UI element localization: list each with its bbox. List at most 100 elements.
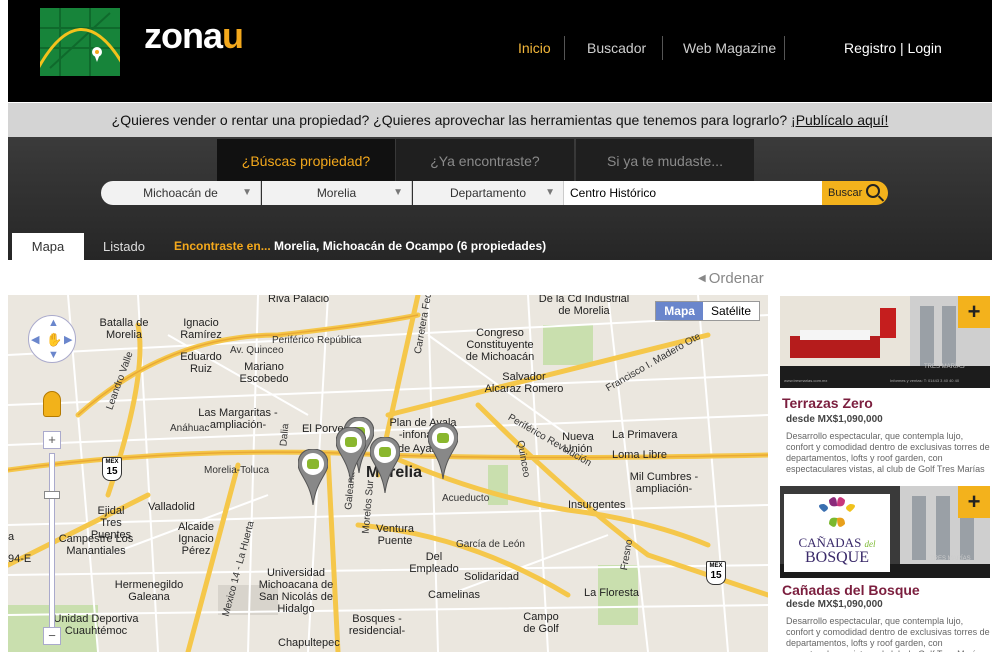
ad-image-canadas-del-bosque[interactable]: CAÑADAS del BOSQUE TRES MARÍAS + bbox=[780, 486, 990, 578]
sort-control[interactable]: ◀ Ordenar bbox=[698, 270, 764, 287]
zoom-in-button[interactable]: + bbox=[43, 431, 61, 449]
map-label: Valladolid bbox=[148, 501, 195, 513]
logo-line: CAÑADAS bbox=[798, 535, 862, 550]
highway-prefix: MEX bbox=[105, 459, 119, 465]
map-label: De la Cd Industrial de Morelia bbox=[538, 295, 630, 317]
zoom-out-button[interactable]: − bbox=[43, 627, 61, 645]
map-label: Mariano Escobedo bbox=[239, 361, 289, 385]
map-label: Eduardo Ruiz bbox=[180, 351, 222, 375]
search-button-label: Buscar bbox=[828, 187, 863, 199]
zoom-slider-track[interactable] bbox=[49, 453, 55, 629]
map-label: Del Empleado bbox=[409, 551, 459, 575]
highway-number: 15 bbox=[710, 570, 722, 581]
nav-web-magazine[interactable]: Web Magazine bbox=[683, 38, 776, 58]
ad-brand-tag: TRES MARÍAS bbox=[924, 364, 965, 370]
map-label: Loma Libre bbox=[612, 449, 668, 461]
property-pin-icon[interactable] bbox=[370, 437, 400, 493]
search-input[interactable]: Centro Histórico bbox=[564, 181, 822, 205]
map-label: Ignacio Ramírez bbox=[180, 317, 222, 341]
map-label: Campestre Los Manantiales bbox=[58, 533, 134, 557]
pan-left-icon[interactable]: ◀ bbox=[31, 333, 39, 346]
ad-description: Desarrollo espectacular, que contempla l… bbox=[786, 616, 990, 652]
ad-site: www.tresmarias.com.mx bbox=[784, 378, 828, 383]
map-label: La Floresta bbox=[584, 587, 640, 599]
state-select[interactable]: Michoacán de ▼ bbox=[101, 181, 261, 205]
map-label: Solidaridad bbox=[464, 571, 520, 583]
ad-brand-tag: TRES MARÍAS bbox=[930, 556, 971, 562]
city-select[interactable]: Morelia ▼ bbox=[262, 181, 412, 205]
chevron-down-icon: ▼ bbox=[393, 187, 403, 198]
search-button[interactable]: Buscar bbox=[822, 181, 888, 205]
map-type-satellite-button[interactable]: Satélite bbox=[703, 302, 759, 320]
map-label: Chapultepec bbox=[278, 637, 340, 649]
ad-title[interactable]: Terrazas Zero bbox=[782, 395, 873, 411]
road-label: Morelia-Toluca bbox=[204, 465, 270, 476]
highway-shield: MEX 15 bbox=[102, 457, 122, 481]
pan-control[interactable]: ▲ ◀ ▶ ▼ ✋ bbox=[28, 315, 76, 363]
ad-expand-button[interactable]: + bbox=[958, 296, 990, 328]
site-header: zonau Inicio Buscador Web Magazine Regis… bbox=[8, 0, 992, 102]
tab-ya-encontraste[interactable]: ¿Ya encontraste? bbox=[396, 139, 574, 181]
zoom-slider-thumb[interactable] bbox=[44, 491, 60, 499]
type-select[interactable]: Departamento ▼ bbox=[413, 181, 564, 205]
property-pin-icon[interactable] bbox=[428, 423, 458, 479]
road-label: Dalia bbox=[278, 423, 292, 447]
highway-shield: MEX 15 bbox=[706, 561, 726, 585]
map-label: La Primavera bbox=[612, 429, 678, 441]
ad-logo-text: CAÑADAS del BOSQUE bbox=[784, 535, 890, 566]
map-label: Bosques -residencial- bbox=[348, 613, 406, 637]
leaf-logo-icon bbox=[819, 497, 855, 527]
promo-banner: ¿Quieres vender o rentar una propiedad? … bbox=[8, 103, 992, 137]
map-label: Congreso Constituyente de Michoacán bbox=[465, 327, 535, 363]
ad-logo: CAÑADAS del BOSQUE bbox=[784, 494, 890, 572]
map-label: Insurgentes bbox=[568, 499, 626, 511]
type-select-value: Departamento bbox=[449, 186, 527, 200]
nav-buscador[interactable]: Buscador bbox=[587, 38, 646, 58]
chevron-down-icon: ▼ bbox=[242, 187, 252, 198]
map-label: Batalla de Morelia bbox=[99, 317, 149, 341]
brand-name: zona bbox=[144, 15, 223, 56]
tab-listado[interactable]: Listado bbox=[88, 233, 160, 260]
results-label: Encontraste en... bbox=[174, 239, 271, 253]
highway-number: 15 bbox=[106, 466, 118, 477]
ad-image-terrazas-zero[interactable]: TRES MARÍAS www.tresmarias.com.mx Inform… bbox=[780, 296, 990, 388]
map-view[interactable]: Riva Palacio Batalla de Morelia Ignacio … bbox=[8, 295, 768, 652]
map-label: Alcaide Ignacio Pérez bbox=[177, 521, 215, 557]
logo-line: del bbox=[864, 539, 876, 549]
map-label: Salvador Alcaraz Romero bbox=[484, 371, 564, 395]
pan-down-icon[interactable]: ▼ bbox=[48, 349, 59, 361]
property-pin-icon[interactable] bbox=[298, 449, 328, 505]
road-label: Anáhuac bbox=[170, 423, 210, 434]
brand-wordmark[interactable]: zonau bbox=[144, 15, 244, 56]
map-label: Las Margaritas -ampliación- bbox=[198, 407, 278, 431]
highway-prefix: MEX bbox=[709, 563, 723, 569]
map-label: Universidad Michoacana de San Nicolás de… bbox=[258, 567, 334, 615]
tab-ya-te-mudaste[interactable]: Si ya te mudaste... bbox=[576, 139, 754, 181]
tab-mapa[interactable]: Mapa bbox=[12, 233, 84, 260]
nav-divider bbox=[564, 36, 565, 60]
nav-divider bbox=[662, 36, 663, 60]
map-edge-label: a bbox=[8, 531, 15, 543]
map-edge-label: 94-E bbox=[8, 553, 32, 565]
logo-line: BOSQUE bbox=[804, 549, 869, 566]
map-type-map-button[interactable]: Mapa bbox=[656, 302, 703, 320]
logo-icon[interactable] bbox=[40, 8, 120, 76]
tab-buscas-propiedad[interactable]: ¿Búscas propiedad? bbox=[217, 139, 395, 181]
property-pin-icon[interactable] bbox=[336, 427, 366, 483]
results-summary: Encontraste en... Morelia, Michoacán de … bbox=[174, 233, 546, 260]
nav-inicio[interactable]: Inicio bbox=[518, 38, 551, 58]
ad-title[interactable]: Cañadas del Bosque bbox=[782, 582, 920, 598]
chevron-left-icon: ◀ bbox=[698, 273, 706, 284]
ad-expand-button[interactable]: + bbox=[958, 486, 990, 518]
street-view-pegman-icon[interactable] bbox=[43, 391, 61, 417]
map-label: Camelinas bbox=[428, 589, 480, 601]
pan-right-icon[interactable]: ▶ bbox=[64, 333, 72, 346]
hand-icon: ✋ bbox=[46, 332, 63, 347]
map-type-control: Mapa Satélite bbox=[655, 301, 760, 321]
pan-up-icon[interactable]: ▲ bbox=[48, 317, 59, 329]
ad-description: Desarrollo espectacular, que contempla l… bbox=[786, 431, 990, 474]
brand-accent: u bbox=[222, 15, 244, 56]
publish-link[interactable]: ¡Publícalo aquí! bbox=[791, 112, 888, 128]
road-label: García de León bbox=[456, 539, 525, 550]
auth-links[interactable]: Registro | Login bbox=[844, 38, 942, 58]
